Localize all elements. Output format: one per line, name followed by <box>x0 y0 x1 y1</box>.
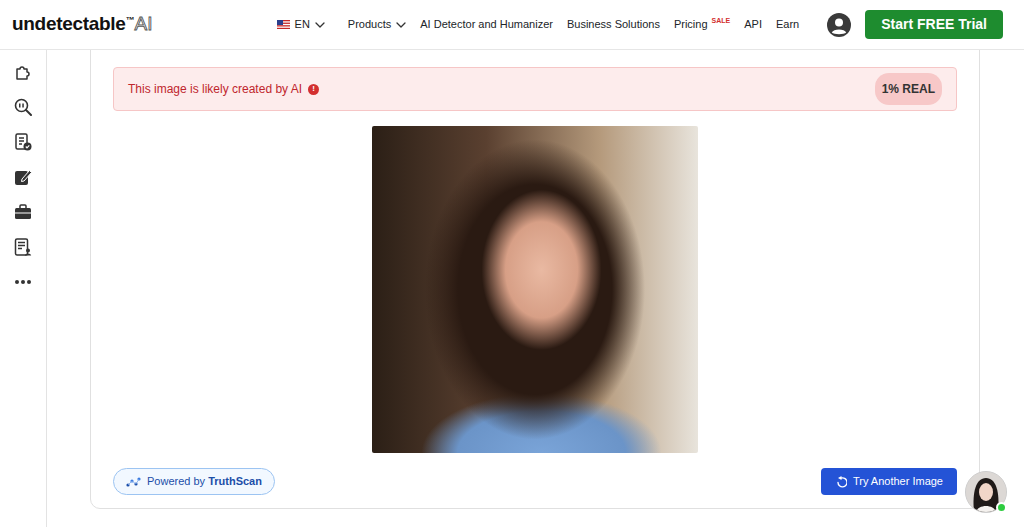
sidebar-item[interactable] <box>14 98 32 116</box>
uploaded-image <box>372 126 698 453</box>
nav-item[interactable]: AI Detector and Humanizer <box>420 16 553 33</box>
nav-label: Products <box>348 16 391 33</box>
sidebar <box>0 50 47 527</box>
powered-by-prefix: Powered by <box>147 475 205 487</box>
seo-report-icon <box>14 238 32 256</box>
sidebar-item[interactable] <box>14 133 32 151</box>
logo-suffix: AI <box>135 14 153 33</box>
sidebar-item[interactable] <box>14 63 32 81</box>
sidebar-item[interactable] <box>14 203 32 221</box>
nav-item[interactable]: Earn <box>776 16 799 33</box>
nav-item[interactable]: PricingSALE <box>674 16 730 33</box>
logo-name: undetectable <box>12 14 126 33</box>
top-navigation: undetectable™AI EN Products AI Detector and… <box>0 0 1024 50</box>
main-menu: EN Products AI Detector and Humanizer Busin… <box>277 10 1003 39</box>
document-check-icon <box>14 133 32 151</box>
language-selector[interactable]: EN <box>277 16 325 33</box>
main-area: This image is likely created by AI! 1% RE… <box>47 50 1024 527</box>
real-score-badge: 1% REAL <box>875 73 942 105</box>
nav-label: PricingSALE <box>674 16 730 33</box>
powered-by-text: Powered by TruthScan <box>147 473 262 490</box>
nav-label: AI Detector and Humanizer <box>420 16 553 33</box>
chat-widget[interactable] <box>965 471 1007 513</box>
sidebar-item[interactable] <box>14 168 32 186</box>
edit-icon <box>14 168 32 186</box>
truthscan-logo-icon <box>126 476 141 488</box>
sidebar-item[interactable] <box>14 273 32 291</box>
verdict-alert: This image is likely created by AI! 1% RE… <box>113 67 957 111</box>
sale-badge: SALE <box>712 17 731 24</box>
logo[interactable]: undetectable™AI <box>12 14 153 35</box>
us-flag-icon <box>277 20 290 29</box>
powered-by-link[interactable]: Powered by TruthScan <box>113 468 275 495</box>
logo-trademark: ™ <box>126 14 135 28</box>
sidebar-item[interactable] <box>14 238 32 256</box>
language-label: EN <box>295 16 310 33</box>
warning-icon: ! <box>308 84 319 95</box>
nav-label: API <box>744 16 762 33</box>
more-options-icon <box>14 273 32 291</box>
card-footer: Powered by TruthScan Try Another Image <box>113 468 957 495</box>
verdict-message-group: This image is likely created by AI! <box>128 80 319 98</box>
chevron-down-icon <box>396 22 406 28</box>
try-another-image-button[interactable]: Try Another Image <box>821 468 957 495</box>
puzzle-icon <box>14 63 32 81</box>
user-account-icon[interactable] <box>827 13 851 37</box>
nav-item[interactable]: Business Solutions <box>567 16 660 33</box>
nav-item[interactable]: API <box>744 16 762 33</box>
ai-search-icon <box>14 98 32 116</box>
briefcase-icon <box>14 203 32 221</box>
verdict-message: This image is likely created by AI <box>128 80 302 98</box>
online-status-dot <box>996 502 1007 513</box>
chevron-down-icon <box>315 22 325 28</box>
start-trial-button[interactable]: Start FREE Trial <box>865 10 1003 39</box>
nav-item[interactable]: Products <box>348 16 406 33</box>
retry-label: Try Another Image <box>853 473 943 490</box>
refresh-icon <box>835 476 847 488</box>
result-card: This image is likely created by AI! 1% RE… <box>90 50 980 509</box>
powered-by-brand: TruthScan <box>208 475 262 487</box>
nav-label: Business Solutions <box>567 16 660 33</box>
nav-label: Earn <box>776 16 799 33</box>
